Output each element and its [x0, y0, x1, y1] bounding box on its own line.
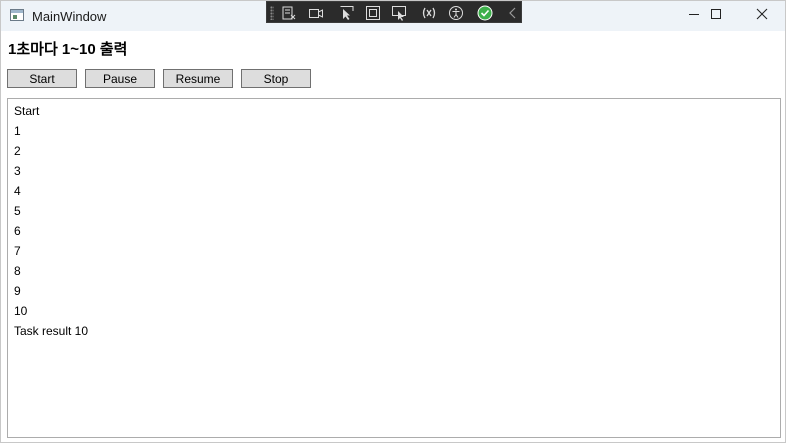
output-line: 1: [14, 124, 21, 138]
output-listbox[interactable]: Start 1 2 3 4 5 6 7 8 9 10 Task result 1…: [7, 98, 781, 438]
close-icon: [756, 7, 768, 25]
output-line: Task result 10: [14, 324, 89, 338]
page-title: 1초마다 1~10 출력: [8, 41, 128, 58]
window-title: MainWindow: [32, 9, 107, 24]
maximize-icon: [710, 7, 722, 25]
output-line: 2: [14, 144, 21, 158]
collapse-toolbar-icon[interactable]: [505, 5, 521, 21]
output-line: 10: [14, 304, 28, 318]
app-icon: [10, 9, 24, 21]
display-layout-adorners-icon[interactable]: [365, 5, 381, 21]
output-line: 4: [14, 184, 21, 198]
stop-button[interactable]: Stop: [241, 69, 311, 88]
live-visual-tree-icon[interactable]: [281, 5, 297, 21]
resume-button[interactable]: Resume: [163, 69, 233, 88]
maximize-button[interactable]: [693, 1, 739, 31]
output-line: 5: [14, 204, 21, 218]
output-line: 8: [14, 264, 21, 278]
main-window: MainWindow 1초마다 1~10 출력 Start Pause Resu…: [0, 0, 786, 443]
output-line: Start: [14, 104, 40, 118]
toolbar-grip[interactable]: [270, 6, 274, 20]
output-line: 7: [14, 244, 21, 258]
select-element-icon[interactable]: [339, 5, 355, 21]
accessibility-icon[interactable]: [448, 5, 464, 21]
output-line: 3: [14, 164, 21, 178]
binding-failures-icon[interactable]: [421, 5, 437, 21]
output-line: 6: [14, 224, 21, 238]
xaml-debug-toolbar: [266, 1, 522, 23]
record-icon[interactable]: [308, 5, 324, 21]
start-button[interactable]: Start: [7, 69, 77, 88]
track-focused-element-icon[interactable]: [391, 5, 407, 21]
pause-button[interactable]: Pause: [85, 69, 155, 88]
hot-reload-ok-icon[interactable]: [477, 5, 493, 21]
output-line: 9: [14, 284, 21, 298]
close-button[interactable]: [739, 1, 785, 31]
